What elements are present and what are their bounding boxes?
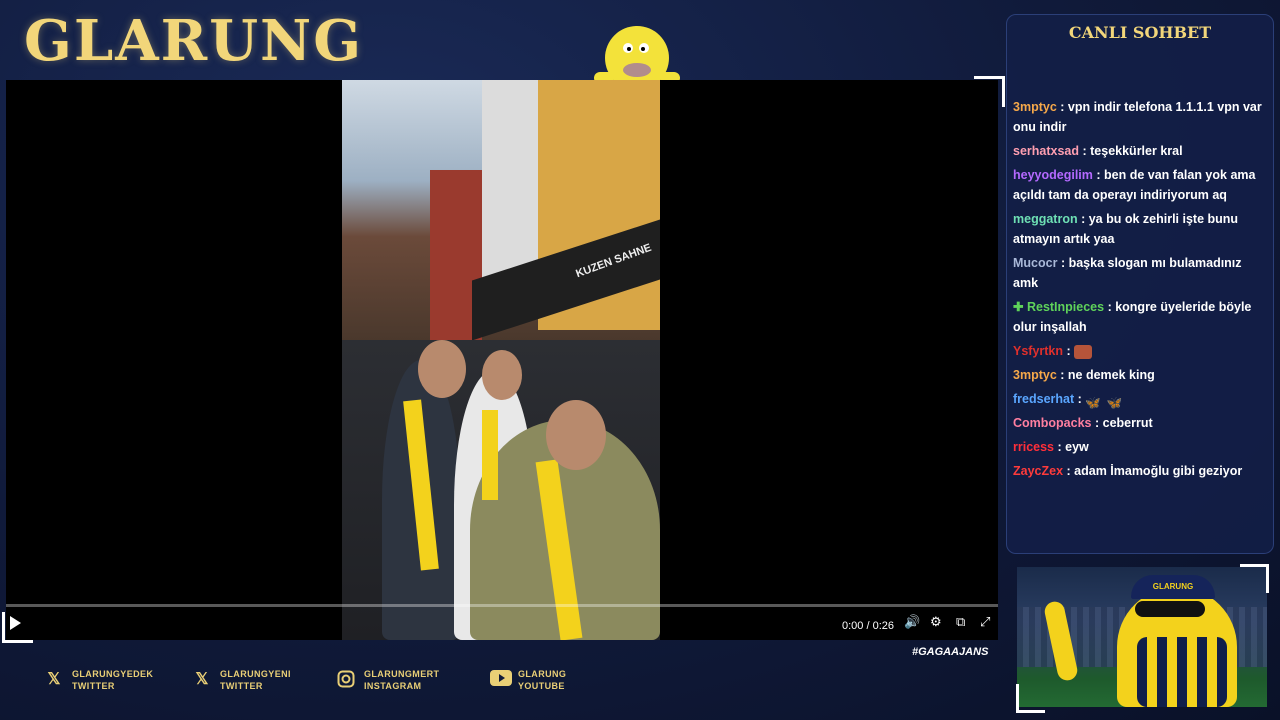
chat-message: Ysfyrtkn :	[1013, 341, 1269, 361]
chat-message: heyyodegilim : ben de van falan yok ama …	[1013, 165, 1269, 205]
fullscreen-icon[interactable]: ⤢	[980, 614, 990, 630]
chat-message: 3mptyc : ne demek king	[1013, 365, 1269, 385]
webcam-overlay: GLARUNG	[1017, 567, 1267, 707]
chat-username[interactable]: Mucocr	[1013, 256, 1057, 270]
crowd	[342, 340, 660, 640]
chat-text: : adam İmamoğlu gibi geziyor	[1066, 464, 1243, 478]
social-platform: TWITTER	[220, 681, 263, 691]
chat-message: meggatron : ya bu ok zehirli işte bunu a…	[1013, 209, 1269, 249]
time-readout: 0:00 / 0:26	[842, 620, 894, 632]
chat-username[interactable]: RestInpieces	[1027, 300, 1104, 314]
social-link-youtube[interactable]: GLARUNG YOUTUBE	[490, 668, 640, 694]
chat-username[interactable]: 3mptyc	[1013, 368, 1057, 382]
social-handle: GLARUNGYEDEK	[72, 669, 154, 679]
youtube-icon	[490, 670, 512, 690]
chat-text: : teşekkürler kral	[1082, 144, 1183, 158]
chat-username[interactable]: meggatron	[1013, 212, 1078, 226]
butterfly-emote-icon: 🦋	[1106, 395, 1123, 410]
chat-text: :	[1066, 344, 1071, 358]
frame-corner	[1016, 684, 1045, 713]
chat-username[interactable]: rricess	[1013, 440, 1054, 454]
sunglasses-icon	[1135, 601, 1205, 617]
chat-text: : ceberrut	[1094, 416, 1153, 430]
social-link-instagram[interactable]: GLARUNGMERT INSTAGRAM	[336, 668, 486, 694]
chat-username[interactable]: fredserhat	[1013, 392, 1074, 406]
progress-bar[interactable]	[6, 604, 998, 607]
picture-in-picture-icon[interactable]: ⧉	[956, 614, 965, 630]
chat-username[interactable]: Combopacks	[1013, 416, 1092, 430]
instagram-icon	[336, 670, 356, 690]
volume-icon[interactable]: 🔊	[904, 614, 920, 630]
mascot-cap: GLARUNG	[1131, 575, 1215, 599]
chat-text: : eyw	[1057, 440, 1089, 454]
chat-username[interactable]: heyyodegilim	[1013, 168, 1093, 182]
frame-corner	[2, 612, 33, 643]
chat-username[interactable]: serhatxsad	[1013, 144, 1079, 158]
player-controls: 0:00 / 0:26 🔊 ⚙ ⧉ ⤢	[6, 610, 998, 640]
chat-username[interactable]: ZaycZex	[1013, 464, 1063, 478]
hashtag: #GAGAAJANS	[912, 646, 989, 658]
chat-message: rricess : eyw	[1013, 437, 1269, 457]
x-icon: 𝕏	[47, 671, 61, 688]
chat-text: :	[1077, 392, 1082, 406]
butterfly-emote-icon: 🦋	[1085, 395, 1101, 410]
settings-gear-icon[interactable]: ⚙	[930, 614, 942, 630]
logo: GLARUNG	[24, 8, 364, 74]
chat-panel: CANLI SOHBET 3mptyc : vpn indir telefona…	[1006, 14, 1274, 554]
scarf	[482, 410, 498, 500]
emote-icon	[1074, 344, 1093, 359]
chat-text: : ne demek king	[1060, 368, 1155, 382]
frame-corner	[974, 76, 1005, 107]
chat-title: CANLI SOHBET	[1068, 23, 1212, 42]
social-handle: GLARUNGMERT	[364, 669, 440, 679]
social-platform: YOUTUBE	[518, 681, 565, 691]
social-link-twitter-yedek[interactable]: 𝕏 GLARUNGYEDEK TWITTER	[44, 668, 194, 694]
chat-message: Mucocr : başka slogan mı bulamadınız amk	[1013, 253, 1269, 293]
chat-message: fredserhat : 🦋 🦋	[1013, 389, 1269, 410]
chat-message: ZaycZex : adam İmamoğlu gibi geziyor	[1013, 461, 1269, 481]
mascot-jersey	[1137, 637, 1227, 707]
frame-corner	[1240, 564, 1269, 593]
social-handle: GLARUNG	[518, 669, 567, 679]
chat-message: 3mptyc : vpn indir telefona 1.1.1.1 vpn …	[1013, 97, 1269, 137]
social-platform: TWITTER	[72, 681, 115, 691]
chat-message: serhatxsad : teşekkürler kral	[1013, 141, 1269, 161]
chat-message: ✚ RestInpieces : kongre üyeleride böyle …	[1013, 297, 1269, 337]
x-icon: 𝕏	[195, 671, 209, 688]
chat-username[interactable]: Ysfyrtkn	[1013, 344, 1063, 358]
chat-message: Combopacks : ceberrut	[1013, 413, 1269, 433]
head	[418, 340, 466, 398]
social-link-twitter-yeni[interactable]: 𝕏 GLARUNGYENI TWITTER	[192, 668, 342, 694]
social-platform: INSTAGRAM	[364, 681, 422, 691]
chat-message-list[interactable]: 3mptyc : vpn indir telefona 1.1.1.1 vpn …	[1013, 97, 1269, 485]
social-handle: GLARUNGYENI	[220, 669, 291, 679]
video-player[interactable]: KUZEN SAHNE 0:00 / 0:26 🔊 ⚙ ⧉ ⤢	[6, 80, 998, 640]
plus-badge-icon: ✚	[1013, 300, 1024, 314]
head	[482, 350, 522, 400]
chat-username[interactable]: 3mptyc	[1013, 100, 1057, 114]
video-frame[interactable]: KUZEN SAHNE	[342, 80, 660, 640]
head	[546, 400, 606, 470]
